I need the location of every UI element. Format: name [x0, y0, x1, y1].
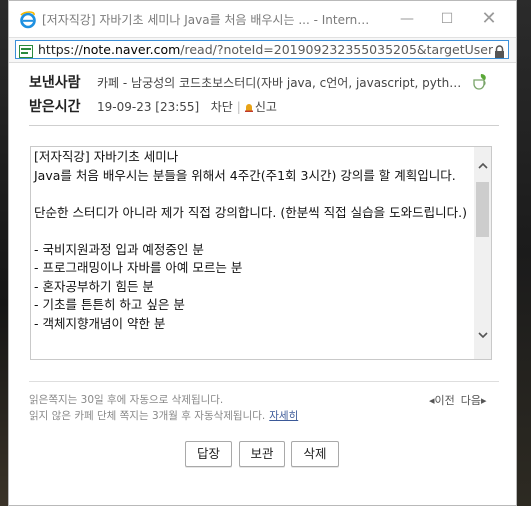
window-title: [저자직강] 자바기초 세미나 Java를 처음 배우시는 ... - Inte…	[42, 13, 370, 27]
sender-label: 보낸사람	[29, 75, 81, 91]
unread-delete-text: 읽지 않은 카페 단체 쪽지는 3개월 후 자동삭제됩니다.	[29, 410, 266, 422]
reply-button[interactable]: 답장	[185, 441, 232, 467]
url-domain: note.naver.com	[82, 42, 181, 57]
sender-row: 보낸사람 카페 - 남궁성의 코드초보스터디(자바 java, c언어, jav…	[29, 72, 499, 94]
close-button[interactable]: ✕	[469, 7, 509, 31]
block-link[interactable]: 차단	[211, 100, 233, 114]
next-link[interactable]: 다음▸	[461, 394, 487, 407]
url-field[interactable]: https://note.naver.com/read/?noteId=2019…	[15, 40, 509, 59]
report-link[interactable]: 신고	[255, 100, 277, 114]
scroll-up-icon[interactable]	[474, 159, 491, 176]
address-bar: https://note.naver.com/read/?noteId=2019…	[9, 37, 516, 63]
scroll-down-icon[interactable]	[474, 329, 491, 346]
message-body-box[interactable]: [저자직강] 자바기초 세미나 Java를 처음 배우시는 분들을 위해서 4주…	[30, 146, 492, 360]
auto-delete-notice: 읽은쪽지는 30일 후에 자동으로 삭제됩니다.	[29, 394, 224, 406]
save-button[interactable]: 보관	[239, 441, 285, 467]
popup-window: [저자직강] 자바기초 세미나 Java를 처음 배우시는 ... - Inte…	[8, 0, 517, 506]
desktop-background-right	[517, 0, 531, 506]
title-bar: [저자직강] 자바기초 세미나 Java를 처음 배우시는 ... - Inte…	[9, 1, 516, 37]
time-row: 받은시간 19-09-23 [23:55] 차단 | 신고	[29, 96, 499, 118]
header-divider	[29, 125, 499, 126]
lock-icon	[494, 43, 505, 58]
url-path: /read/?noteId=201909232355035205&targetU…	[180, 42, 493, 57]
minimize-button[interactable]: —	[387, 7, 427, 31]
delete-button[interactable]: 삭제	[291, 441, 339, 467]
more-link[interactable]: 자세히	[269, 410, 298, 422]
message-text: [저자직강] 자바기초 세미나 Java를 처음 배우시는 분들을 위해서 4주…	[34, 149, 467, 331]
separator: |	[236, 100, 241, 114]
prev-link[interactable]: ◂이전	[429, 394, 455, 407]
url-text: https://note.naver.com/read/?noteId=2019…	[38, 42, 493, 57]
maximize-button[interactable]: ☐	[427, 7, 467, 31]
footer-divider	[29, 381, 499, 382]
url-prefix: https://	[38, 42, 83, 57]
time-label: 받은시간	[29, 99, 81, 115]
siren-icon	[244, 101, 253, 112]
scroll-thumb[interactable]	[476, 182, 489, 237]
sender-value[interactable]: 카페 - 남궁성의 코드초보스터디(자바 java, c언어, javascri…	[97, 74, 469, 91]
unread-delete-notice: 읽지 않은 카페 단체 쪽지는 3개월 후 자동삭제됩니다. 자세히	[29, 408, 298, 423]
received-time: 19-09-23 [23:55]	[97, 100, 200, 114]
message-scrollbar[interactable]	[474, 147, 491, 359]
time-value-group: 19-09-23 [23:55] 차단 | 신고	[97, 98, 469, 115]
message-pager: ◂이전 다음▸	[429, 392, 493, 408]
cafe-icon	[471, 73, 491, 91]
page-icon	[19, 43, 33, 58]
internet-explorer-icon	[19, 11, 37, 29]
